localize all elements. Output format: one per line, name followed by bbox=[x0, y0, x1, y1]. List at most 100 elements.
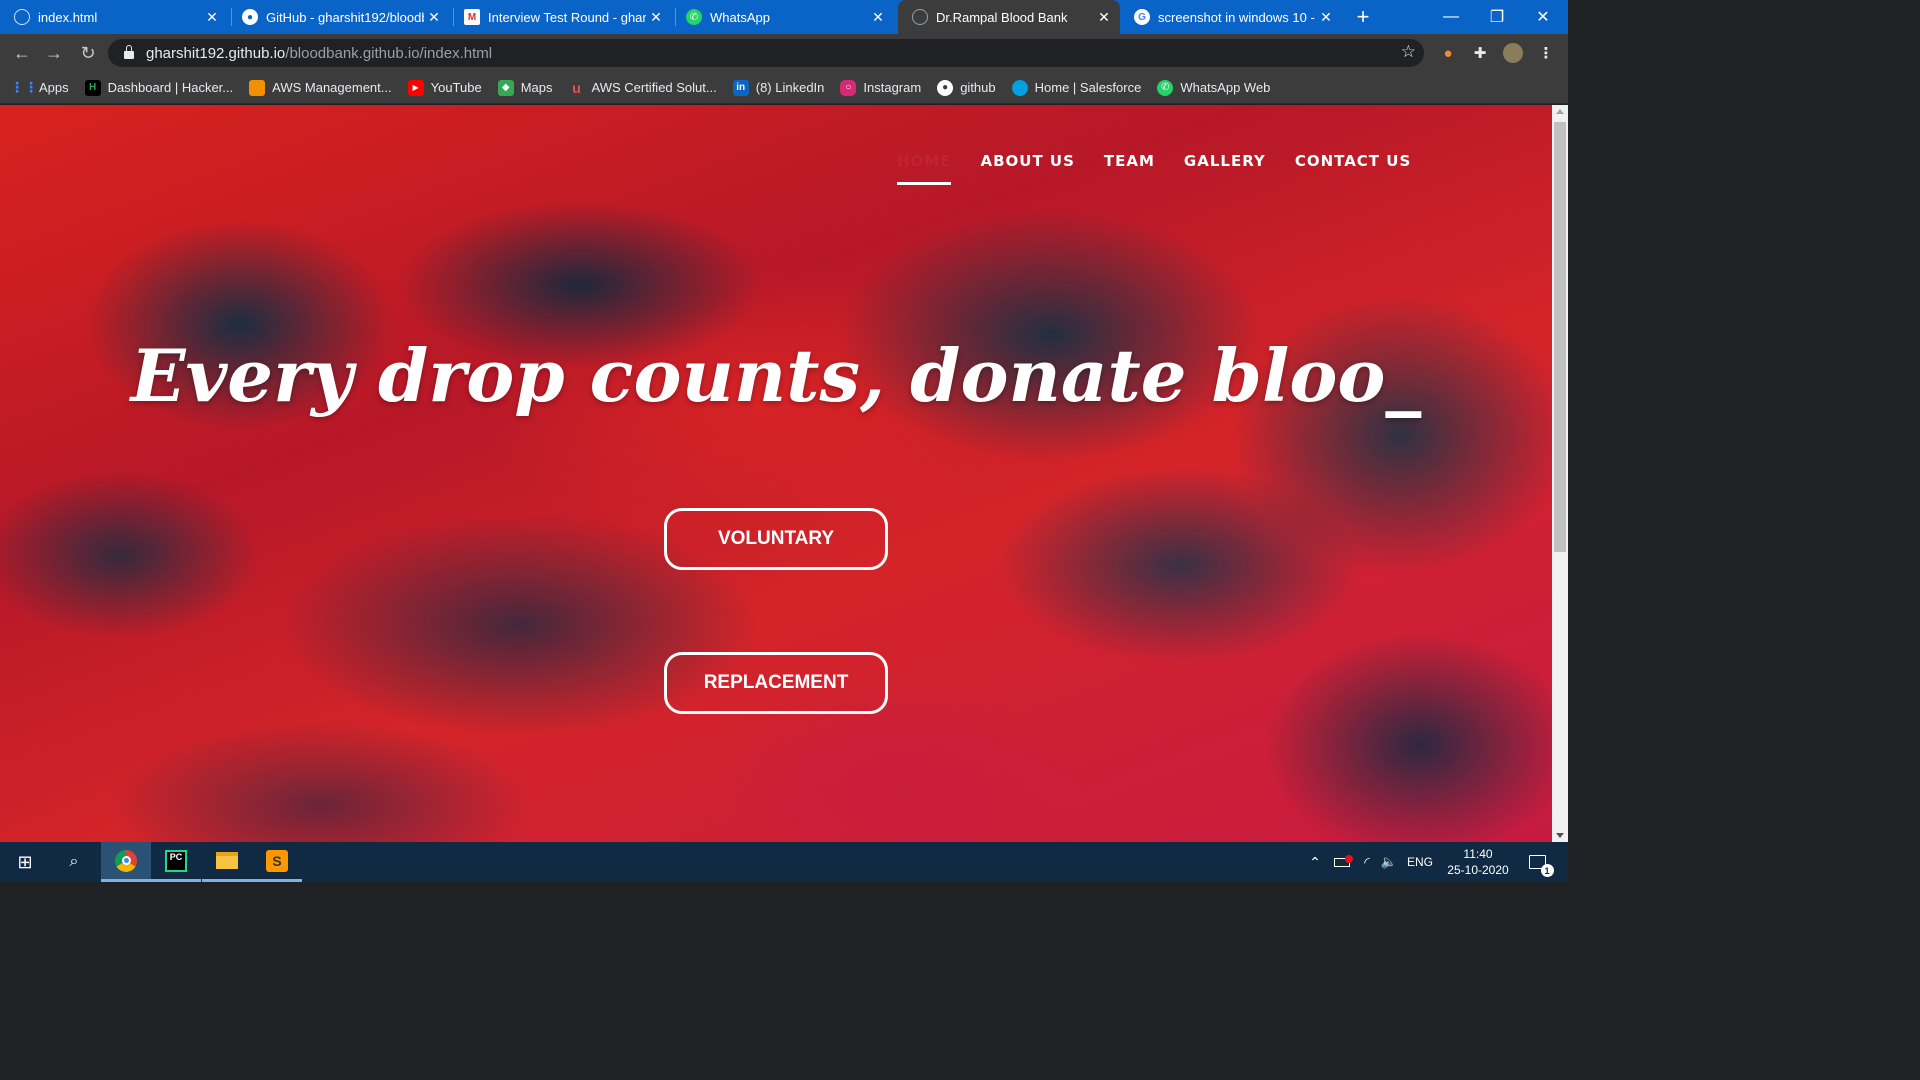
github-icon: ● bbox=[937, 79, 954, 96]
bookmark-aws[interactable]: AWS Management... bbox=[249, 79, 392, 96]
notifications-icon[interactable]: 1 bbox=[1522, 842, 1554, 882]
chrome-taskbar-icon[interactable] bbox=[101, 842, 151, 882]
bookmark-label: (8) LinkedIn bbox=[755, 80, 825, 95]
linkedin-icon: in bbox=[732, 79, 749, 96]
clock[interactable]: 11:40 25-10-2020 bbox=[1440, 842, 1516, 882]
sublime-icon: S bbox=[266, 849, 288, 872]
youtube-icon: ▶ bbox=[407, 79, 424, 96]
clock-time: 11:40 bbox=[1463, 847, 1493, 861]
instagram-icon: ○ bbox=[840, 79, 857, 96]
bookmark-label: Home | Salesforce bbox=[1034, 80, 1142, 95]
bookmark-label: github bbox=[960, 80, 996, 95]
menu-kebab-icon[interactable]: ⋮ bbox=[1536, 43, 1556, 63]
maps-icon: ◆ bbox=[497, 79, 514, 96]
bookmark-star-icon[interactable]: ☆ bbox=[1401, 42, 1416, 62]
tab-index-html[interactable]: index.html ✕ bbox=[0, 0, 228, 34]
restore-button[interactable]: ❐ bbox=[1474, 0, 1520, 34]
scrollbar-thumb[interactable] bbox=[1554, 122, 1566, 552]
extension-fox-icon[interactable]: ● bbox=[1438, 43, 1458, 63]
chrome-icon bbox=[115, 849, 137, 872]
tab-google-search[interactable]: G screenshot in windows 10 - G ✕ bbox=[1120, 0, 1342, 34]
globe-icon bbox=[912, 9, 928, 25]
file-explorer-taskbar-icon[interactable] bbox=[202, 842, 252, 882]
bookmark-github[interactable]: ● github bbox=[937, 79, 996, 96]
forward-arrow-icon[interactable]: → bbox=[41, 40, 67, 66]
bookmark-linkedin[interactable]: in (8) LinkedIn bbox=[732, 79, 825, 96]
volume-icon[interactable]: 🔈 bbox=[1378, 842, 1400, 882]
close-icon[interactable]: ✕ bbox=[1316, 9, 1336, 26]
tab-blood-bank[interactable]: Dr.Rampal Blood Bank ✕ bbox=[898, 0, 1120, 34]
url-text: gharshit192.github.io/bloodbank.github.i… bbox=[146, 44, 493, 62]
tab-title: GitHub - gharshit192/bloodb bbox=[266, 9, 424, 25]
bookmark-maps[interactable]: ◆ Maps bbox=[497, 79, 553, 96]
bookmark-whatsapp-web[interactable]: ✆ WhatsApp Web bbox=[1157, 79, 1271, 96]
whatsapp-icon: ✆ bbox=[1157, 79, 1174, 96]
lock-icon bbox=[124, 45, 134, 59]
puzzle-extensions-icon[interactable]: ✚ bbox=[1470, 43, 1490, 63]
aws-cube-icon bbox=[249, 79, 266, 96]
avatar[interactable] bbox=[1503, 43, 1523, 63]
reload-icon[interactable]: ↻ bbox=[75, 40, 101, 66]
language-indicator[interactable]: ENG bbox=[1404, 842, 1436, 882]
close-icon[interactable]: ✕ bbox=[1094, 9, 1114, 26]
scroll-down-arrow-icon[interactable] bbox=[1556, 833, 1564, 838]
nav-home[interactable]: HOME bbox=[897, 152, 952, 185]
page-scrollbar[interactable] bbox=[1552, 105, 1568, 842]
windows-taskbar: ⊞ ⌕ PC S ⌃ ◜ 🔈 ENG 11:40 25-10-2020 1 bbox=[0, 842, 1568, 882]
tab-title: Dr.Rampal Blood Bank bbox=[936, 9, 1068, 25]
close-icon[interactable]: ✕ bbox=[202, 9, 222, 26]
browser-toolbar: ← → ↻ gharshit192.github.io/bloodbank.gi… bbox=[0, 34, 1568, 72]
tab-github[interactable]: ● GitHub - gharshit192/bloodb ✕ bbox=[228, 0, 450, 34]
gmail-icon: M bbox=[464, 9, 480, 25]
battery-icon[interactable] bbox=[1331, 842, 1353, 882]
minimize-button[interactable]: — bbox=[1428, 0, 1474, 34]
github-icon: ● bbox=[242, 9, 258, 25]
address-bar[interactable]: gharshit192.github.io/bloodbank.github.i… bbox=[108, 39, 1424, 67]
clock-date: 25-10-2020 bbox=[1447, 863, 1509, 877]
bookmark-apps[interactable]: ⋮⋮ Apps bbox=[10, 79, 69, 96]
bookmark-instagram[interactable]: ○ Instagram bbox=[840, 79, 922, 96]
windows-start-icon[interactable]: ⊞ bbox=[0, 842, 50, 882]
nav-about-us[interactable]: ABOUT US bbox=[980, 152, 1074, 185]
bookmark-label: Instagram bbox=[863, 80, 922, 95]
close-icon[interactable]: ✕ bbox=[646, 9, 666, 26]
back-arrow-icon[interactable]: ← bbox=[9, 40, 35, 66]
close-window-button[interactable]: ✕ bbox=[1520, 0, 1566, 34]
wifi-icon[interactable]: ◜ bbox=[1356, 842, 1378, 882]
bookmark-label: Maps bbox=[520, 80, 553, 95]
bookmark-youtube[interactable]: ▶ YouTube bbox=[407, 79, 482, 96]
tab-title: screenshot in windows 10 - G bbox=[1158, 9, 1316, 25]
bookmark-aws-certified[interactable]: u AWS Certified Solut... bbox=[569, 80, 717, 96]
bookmark-label: AWS Management... bbox=[272, 80, 392, 95]
apps-grid-icon: ⋮⋮ bbox=[10, 79, 38, 95]
salesforce-cloud-icon bbox=[1011, 79, 1028, 96]
nav-team[interactable]: TEAM bbox=[1104, 152, 1155, 185]
nav-contact-us[interactable]: CONTACT US bbox=[1295, 152, 1411, 185]
scroll-up-arrow-icon[interactable] bbox=[1556, 109, 1564, 114]
search-icon[interactable]: ⌕ bbox=[50, 842, 98, 882]
new-tab-button[interactable]: + bbox=[1350, 0, 1376, 34]
pycharm-icon: PC bbox=[165, 849, 187, 872]
bookmark-label: WhatsApp Web bbox=[1180, 80, 1271, 95]
bookmark-salesforce[interactable]: Home | Salesforce bbox=[1011, 79, 1142, 96]
replacement-button[interactable]: REPLACEMENT bbox=[664, 652, 888, 714]
bookmark-label: Dashboard | Hacker... bbox=[107, 80, 234, 95]
bookmark-label: Apps bbox=[39, 80, 69, 95]
bookmark-hackerrank[interactable]: H Dashboard | Hacker... bbox=[84, 79, 234, 96]
page-hero: HOME ABOUT US TEAM GALLERY CONTACT US Ev… bbox=[0, 105, 1552, 842]
nav-gallery[interactable]: GALLERY bbox=[1184, 152, 1266, 185]
notification-count-badge: 1 bbox=[1540, 864, 1554, 877]
voluntary-button[interactable]: VOLUNTARY bbox=[664, 508, 888, 570]
tab-whatsapp[interactable]: ✆ WhatsApp ✕ bbox=[672, 0, 894, 34]
close-icon[interactable]: ✕ bbox=[424, 9, 444, 26]
tab-title: WhatsApp bbox=[710, 9, 770, 25]
site-navigation: HOME ABOUT US TEAM GALLERY CONTACT US bbox=[897, 152, 1440, 185]
pycharm-taskbar-icon[interactable]: PC bbox=[151, 842, 201, 882]
tab-gmail[interactable]: M Interview Test Round - ghars ✕ bbox=[450, 0, 672, 34]
chevron-up-icon[interactable]: ⌃ bbox=[1305, 842, 1325, 882]
close-icon[interactable]: ✕ bbox=[868, 9, 888, 26]
bookmarks-bar: ⋮⋮ Apps H Dashboard | Hacker... AWS Mana… bbox=[0, 72, 1568, 104]
tab-title: index.html bbox=[38, 9, 98, 25]
hero-title: Every drop counts, donate bloo_ bbox=[130, 333, 1422, 418]
sublime-taskbar-icon[interactable]: S bbox=[252, 842, 302, 882]
